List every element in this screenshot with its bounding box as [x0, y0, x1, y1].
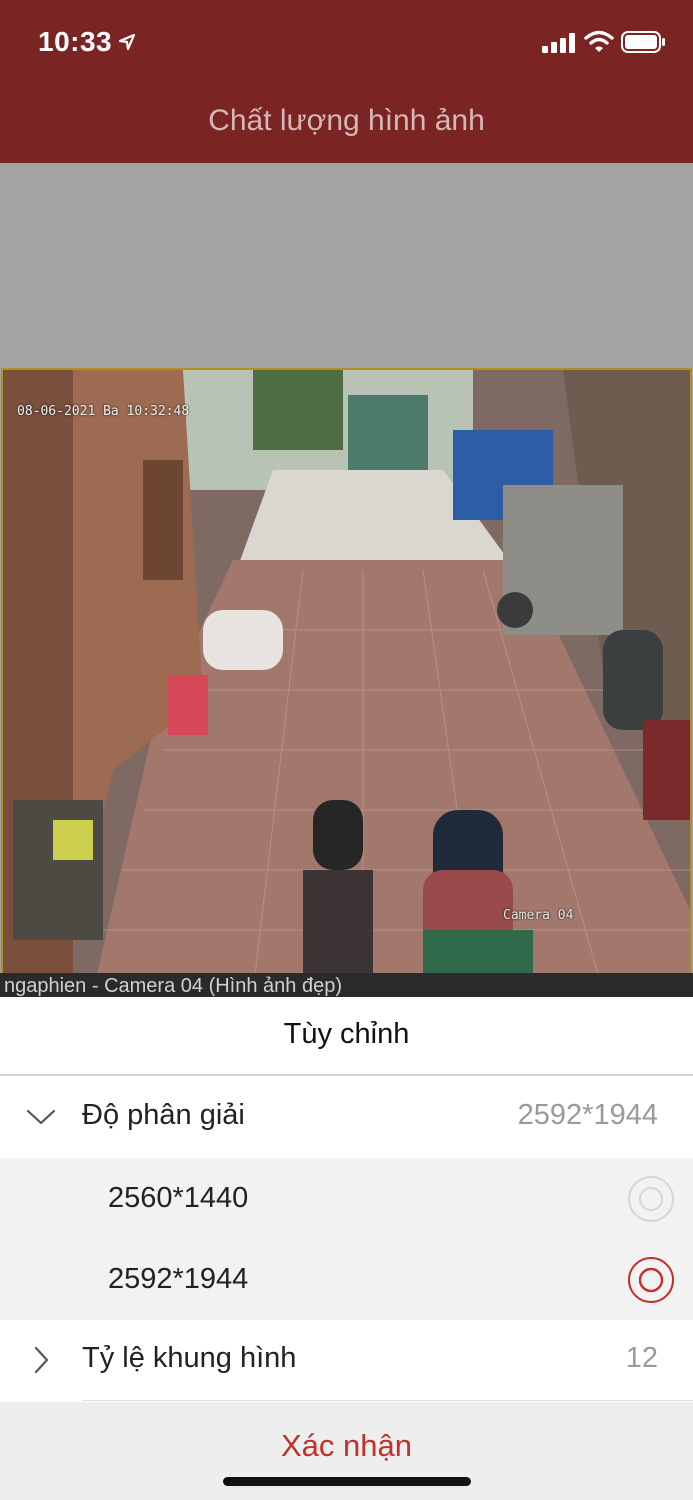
row-divider: [82, 1400, 693, 1401]
header-bar: 10:33 Chất lượng hình ảnh: [0, 0, 693, 163]
confirm-button[interactable]: Xác nhận: [0, 1428, 693, 1464]
confirm-bar: Xác nhận: [0, 1402, 693, 1500]
location-arrow-icon: [118, 33, 136, 51]
status-time: 10:33: [38, 26, 113, 57]
radio-unselected-icon[interactable]: [627, 1175, 675, 1223]
cellular-signal-icon: [542, 33, 575, 53]
wifi-icon: [584, 30, 614, 52]
frame-rate-label: Tỷ lệ khung hình: [82, 1342, 297, 1374]
quality-settings-sheet: Tùy chỉnh Độ phân giải 2592*1944 2560*14…: [0, 997, 693, 1500]
camera-corner-label: Camera 04: [503, 908, 574, 923]
page-title: Chất lượng hình ảnh: [208, 104, 485, 137]
resolution-option-2592x1944[interactable]: 2592*1944: [0, 1239, 693, 1320]
resolution-value: 2592*1944: [517, 1099, 658, 1131]
resolution-row[interactable]: Độ phân giải 2592*1944: [0, 1077, 693, 1158]
resolution-option-2560x1440[interactable]: 2560*1440: [0, 1158, 693, 1239]
battery-icon: [621, 31, 665, 53]
frame-rate-row[interactable]: Tỷ lệ khung hình 12: [0, 1320, 693, 1401]
camera-video-frame[interactable]: 08-06-2021 Ba 10:32:48 Camera 04: [1, 368, 692, 994]
resolution-option-label: 2560*1440: [108, 1182, 249, 1214]
chevron-right-icon: [34, 1346, 49, 1374]
radio-selected-icon[interactable]: [627, 1256, 675, 1304]
resolution-option-label: 2592*1944: [108, 1263, 249, 1295]
home-indicator: [223, 1477, 471, 1486]
sheet-title: Tùy chỉnh: [283, 1018, 410, 1050]
status-bar: 10:33: [0, 0, 693, 86]
sheet-divider: [0, 1074, 693, 1076]
camera-caption: ngaphien - Camera 04 (Hình ảnh đẹp): [4, 975, 342, 997]
camera-timestamp: 08-06-2021 Ba 10:32:48: [17, 404, 190, 419]
camera-scene-image: [3, 370, 690, 992]
chevron-down-icon: [26, 1109, 56, 1125]
video-preview-area: 08-06-2021 Ba 10:32:48 Camera 04: [0, 163, 693, 997]
resolution-label: Độ phân giải: [82, 1099, 245, 1131]
frame-rate-value: 12: [625, 1342, 658, 1374]
camera-caption-bar: ngaphien - Camera 04 (Hình ảnh đẹp): [0, 973, 693, 997]
